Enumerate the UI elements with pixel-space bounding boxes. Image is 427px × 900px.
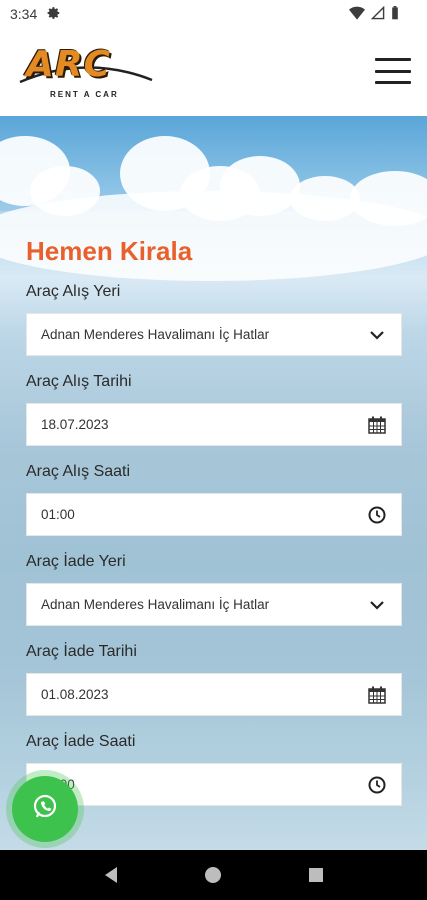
calendar-icon[interactable]	[367, 685, 387, 705]
pickup-time-label: Araç Alış Saati	[26, 463, 131, 480]
status-bar: 3:34	[0, 0, 427, 28]
chevron-down-icon	[367, 325, 387, 345]
return-location-select[interactable]: Adnan Menderes Havalimanı İç Hatlar	[26, 583, 402, 626]
logo-subtitle: RENT A CAR	[50, 90, 119, 99]
form-title: Hemen Kirala	[26, 236, 193, 266]
pickup-location-select[interactable]: Adnan Menderes Havalimanı İç Hatlar	[26, 313, 402, 356]
return-location-value: Adnan Menderes Havalimanı İç Hatlar	[41, 597, 270, 612]
chevron-down-icon	[367, 595, 387, 615]
pickup-date-label: Araç Alış Tarihi	[26, 373, 132, 390]
pickup-time-value: 01:00	[41, 507, 75, 522]
clock-icon[interactable]	[367, 775, 387, 795]
pickup-location-value: Adnan Menderes Havalimanı İç Hatlar	[41, 327, 270, 342]
status-time: 3:34	[10, 6, 38, 22]
logo-text: ARC	[26, 44, 112, 85]
return-date-value: 01.08.2023	[41, 687, 109, 702]
wifi-icon	[349, 6, 365, 23]
return-time-field[interactable]: 01:00	[26, 763, 402, 806]
menu-icon-line	[375, 69, 411, 73]
signal-icon	[370, 5, 385, 23]
battery-icon	[391, 5, 399, 23]
home-icon	[205, 867, 222, 883]
settings-icon	[47, 6, 61, 23]
clock-icon[interactable]	[367, 505, 387, 525]
return-time-value: 01:00	[41, 777, 367, 792]
pickup-date-field[interactable]: 18.07.2023	[26, 403, 402, 446]
return-location-label: Araç İade Yeri	[26, 553, 126, 570]
return-date-label: Araç İade Tarihi	[26, 643, 137, 660]
pickup-time-field[interactable]: 01:00	[26, 493, 402, 536]
return-date-field[interactable]: 01.08.2023	[26, 673, 402, 716]
pickup-date-value: 18.07.2023	[41, 417, 109, 432]
recents-button[interactable]	[304, 863, 328, 887]
home-button[interactable]	[201, 863, 225, 887]
back-button[interactable]	[99, 863, 123, 887]
rental-form: Hemen Kirala Araç Alış Yeri Adnan Mender…	[26, 236, 402, 823]
menu-icon-line	[375, 81, 411, 84]
whatsapp-button[interactable]	[12, 776, 78, 842]
return-time-label: Araç İade Saati	[26, 733, 136, 750]
pickup-location-label: Araç Alış Yeri	[26, 283, 121, 300]
system-nav-bar	[0, 850, 427, 900]
recents-icon	[308, 868, 323, 882]
logo[interactable]: ARC RENT A CAR	[16, 40, 156, 102]
back-icon	[105, 867, 118, 883]
whatsapp-icon	[31, 793, 59, 826]
menu-button[interactable]	[375, 58, 411, 84]
app-header: ARC RENT A CAR	[0, 28, 427, 116]
calendar-icon[interactable]	[367, 415, 387, 435]
menu-icon-line	[375, 58, 411, 61]
hero-background: Hemen Kirala Araç Alış Yeri Adnan Mender…	[0, 116, 427, 850]
